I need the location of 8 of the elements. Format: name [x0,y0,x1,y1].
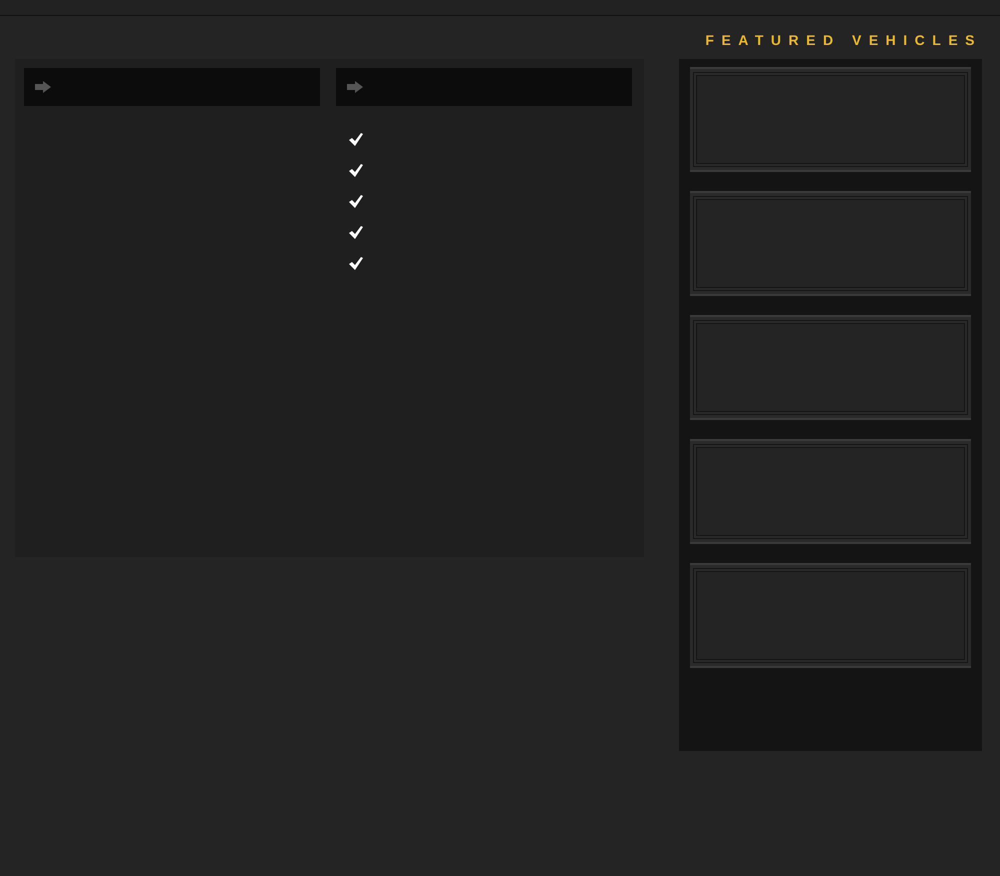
arrow-icon [347,81,363,93]
arrow-icon [35,81,51,93]
checkmark-icon [349,133,363,146]
checkmark-icon [349,226,363,239]
checkmark-icon [349,195,363,208]
checkmark-icon [349,257,363,270]
checkmark-icon [349,164,363,177]
section-title: FEATURED VEHICLES [705,33,982,50]
